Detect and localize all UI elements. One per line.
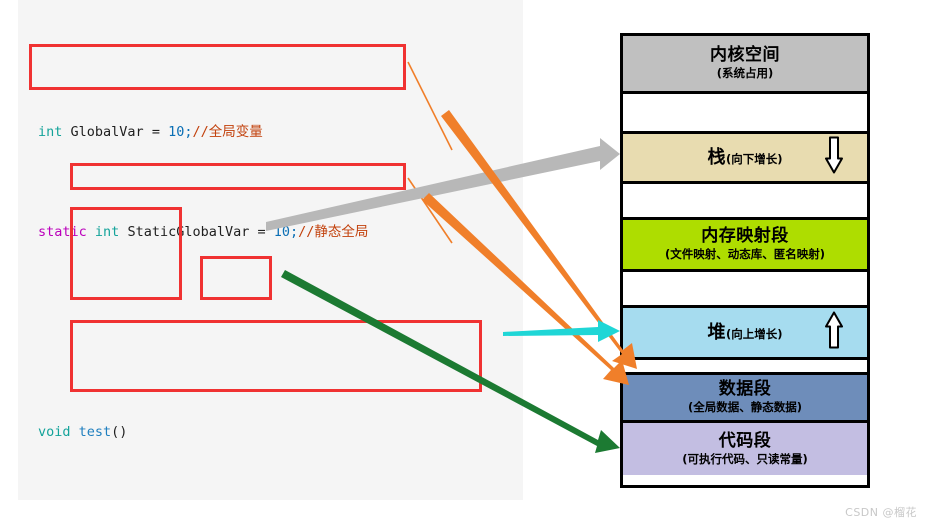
token-value: 10; (168, 124, 193, 140)
memory-segment-kernel: 内核空间 (系统占用) (623, 36, 867, 94)
token-identifier: GlobalVar (70, 124, 144, 140)
memory-segment-gap-2 (623, 184, 867, 220)
segment-subtitle: (向下增长) (725, 152, 783, 166)
token-value: 10; (273, 224, 299, 240)
segment-title: 内核空间 (710, 45, 780, 65)
memory-map: 内核空间 (系统占用) 栈 (向下增长) 内存映射段 (文件映射、动态库、匿名映… (620, 33, 870, 488)
token-assign: = (249, 224, 274, 240)
segment-subtitle: (可执行代码、只读常量) (682, 451, 808, 466)
memory-segment-gap-4 (623, 360, 867, 375)
code-listing: int GlobalVar = 10;//全局变量 static int Sta… (38, 45, 469, 524)
token-type: int (38, 124, 63, 140)
memory-segment-data: 数据段 (全局数据、静态数据) (623, 375, 867, 423)
segment-label-group: 栈 (向下增长) (707, 148, 782, 167)
segment-title: 堆 (707, 322, 726, 343)
memory-segment-gap-3 (623, 272, 867, 308)
token-assign: = (143, 124, 169, 140)
memory-segment-gap-1 (623, 94, 867, 134)
token-identifier: StaticGlobalVar (127, 224, 250, 240)
token-keyword: static (38, 224, 87, 240)
heap-grows-up-arrow-icon (825, 311, 843, 354)
code-line-func-signature: void test() (38, 420, 469, 445)
segment-subtitle: (向上增长) (725, 327, 783, 341)
segment-subtitle: (全局数据、静态数据) (687, 400, 802, 414)
segment-title: 代码段 (718, 430, 772, 451)
code-line-static-global-var: static int StaticGlobalVar = 10;//静态全局 (38, 220, 469, 245)
segment-label-group: 堆 (向上增长) (707, 323, 782, 342)
token-function-name: test (78, 424, 112, 440)
memory-segment-mmap: 内存映射段 (文件映射、动态库、匿名映射) (623, 220, 867, 272)
token-parens: () (111, 424, 128, 440)
code-panel: int GlobalVar = 10;//全局变量 static int Sta… (18, 0, 523, 500)
token-type: void (38, 424, 71, 440)
segment-subtitle: (系统占用) (716, 66, 774, 80)
code-line-open-brace: { (38, 520, 469, 524)
memory-segment-heap: 堆 (向上增长) (623, 308, 867, 360)
memory-segment-text: 代码段 (可执行代码、只读常量) (623, 423, 867, 475)
stack-grows-down-arrow-icon (825, 136, 843, 179)
token-type: int (94, 224, 120, 240)
token-comment: //静态全局 (298, 224, 369, 240)
code-line-global-var: int GlobalVar = 10;//全局变量 (38, 120, 469, 145)
segment-title: 数据段 (718, 379, 772, 399)
memory-segment-stack: 栈 (向下增长) (623, 134, 867, 184)
token-comment: //全局变量 (192, 124, 263, 140)
watermark: CSDN @榴花 (845, 506, 917, 519)
segment-title: 内存映射段 (701, 226, 789, 246)
memory-layout-illustration: int GlobalVar = 10;//全局变量 static int Sta… (0, 0, 927, 524)
segment-title: 栈 (707, 147, 726, 168)
segment-subtitle: (文件映射、动态库、匿名映射) (664, 247, 825, 261)
